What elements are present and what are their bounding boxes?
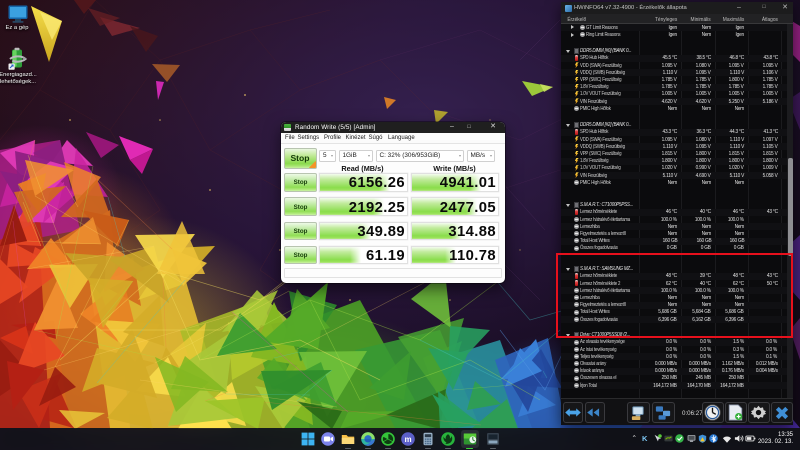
svg-text:m: m [404,435,411,444]
